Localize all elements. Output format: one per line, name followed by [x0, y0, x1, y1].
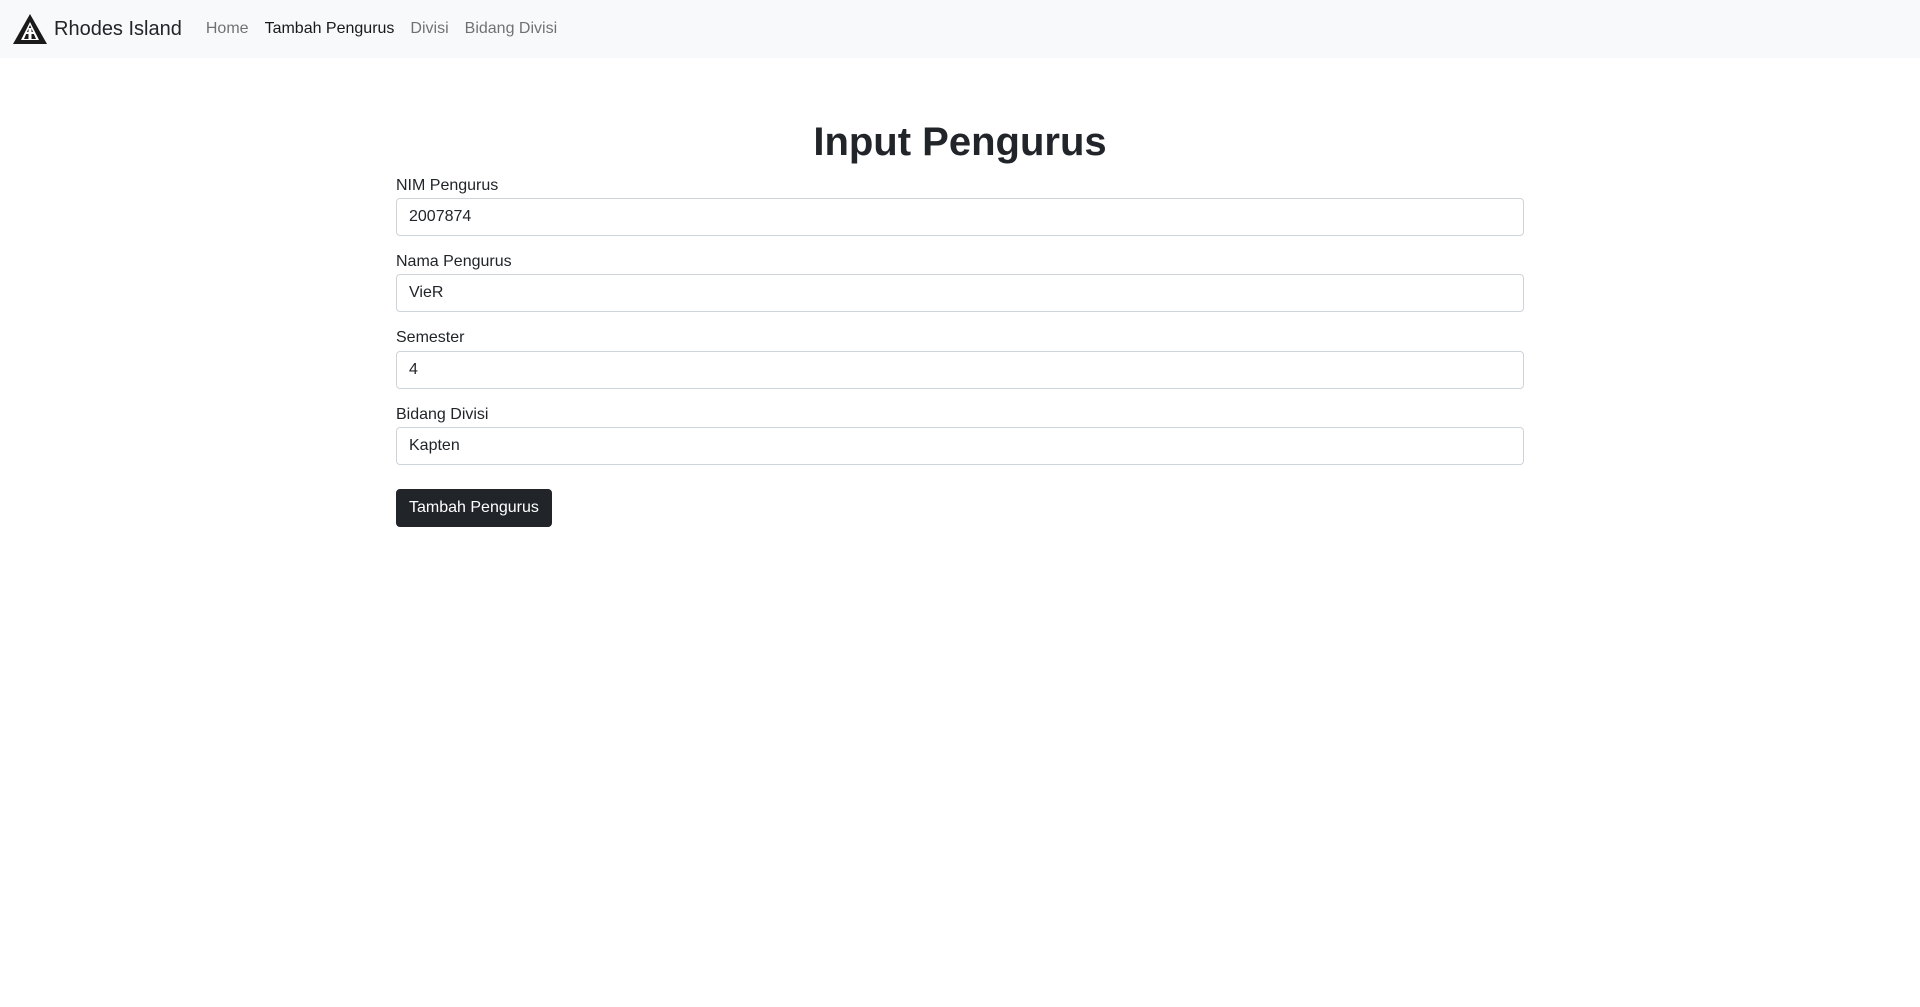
main-content: Input Pengurus NIM Pengurus Nama Penguru… [396, 118, 1524, 527]
bidang-divisi-label: Bidang Divisi [396, 405, 489, 423]
form-group-nim: NIM Pengurus [396, 176, 1524, 237]
semester-label: Semester [396, 329, 465, 347]
brand-name: Rhodes Island [54, 17, 182, 40]
nav-link-divisi[interactable]: Divisi [410, 20, 448, 38]
form-group-bidang-divisi: Bidang Divisi [396, 405, 1524, 465]
nav-link-tambah-pengurus[interactable]: Tambah Pengurus [265, 20, 395, 38]
nama-input[interactable] [396, 274, 1524, 313]
rhodes-island-logo-icon [12, 13, 48, 45]
navbar: Rhodes Island Home Tambah Pengurus Divis… [0, 0, 1920, 58]
brand-link[interactable]: Rhodes Island [12, 13, 182, 45]
nav-links: Home Tambah Pengurus Divisi Bidang Divis… [206, 20, 573, 38]
nim-input[interactable] [396, 198, 1524, 237]
bidang-divisi-input[interactable] [396, 426, 1524, 465]
page-title: Input Pengurus [813, 120, 1107, 164]
nama-label: Nama Pengurus [396, 253, 512, 271]
semester-input[interactable] [396, 350, 1524, 389]
form-group-semester: Semester [396, 328, 1524, 389]
nav-link-home[interactable]: Home [206, 20, 249, 38]
nim-label: NIM Pengurus [396, 177, 499, 194]
input-pengurus-form: NIM Pengurus Nama Pengurus Semester Bida… [396, 176, 1524, 527]
nav-link-bidang-divisi[interactable]: Bidang Divisi [465, 20, 557, 38]
form-group-nama: Nama Pengurus [396, 252, 1524, 313]
tambah-pengurus-button[interactable]: Tambah Pengurus [396, 488, 552, 527]
